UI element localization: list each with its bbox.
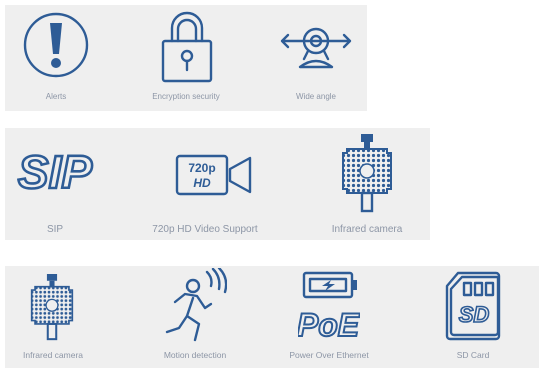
infrared-camera-icon	[30, 274, 74, 341]
feature-label: Wide angle	[295, 92, 337, 101]
padlock-icon	[161, 11, 213, 83]
alert-icon	[23, 12, 89, 78]
feature-label: SIP	[46, 224, 64, 235]
feature-poe: PoE Power Over Ethernet	[271, 266, 387, 368]
feature-infrared: Infrared camera	[5, 266, 101, 368]
motion-detection-icon	[165, 268, 227, 342]
feature-wide-angle: Wide angle	[267, 5, 365, 111]
feature-label: Alerts	[45, 92, 67, 101]
hd-video-camera-icon: 720p HD	[175, 154, 252, 196]
feature-sip: SIP SIP	[5, 128, 105, 240]
feature-label: 720p HD Video Support	[152, 224, 258, 235]
features-panel-1: Alerts Encryption security Wide angle	[5, 5, 367, 111]
poe-text: PoE	[298, 307, 360, 342]
features-panel-2: SIP SIP 720p HD 720p HD Video Support In…	[5, 128, 430, 240]
feature-label: Encryption security	[152, 92, 220, 101]
feature-label: Motion detection	[163, 350, 227, 360]
feature-label: Power Over Ethernet	[289, 350, 369, 360]
hd-text-bottom: HD	[193, 176, 211, 190]
sd-card-icon: SD	[445, 271, 501, 341]
power-over-ethernet-icon: PoE	[298, 271, 360, 342]
feature-motion: Motion detection	[145, 266, 245, 368]
sip-text-icon: SIP	[17, 146, 94, 194]
feature-label: SD Card	[456, 350, 490, 360]
sip-text: SIP	[18, 146, 92, 194]
feature-hd-video: 720p HD 720p HD Video Support	[135, 128, 275, 240]
infrared-camera-icon	[342, 134, 392, 213]
hd-text-top: 720p	[188, 161, 215, 175]
sd-text: SD	[459, 302, 490, 327]
feature-alerts: Alerts	[8, 5, 104, 111]
feature-label: Infrared camera	[331, 224, 403, 235]
feature-infrared: Infrared camera	[317, 128, 417, 240]
feature-encryption: Encryption security	[128, 5, 244, 111]
feature-sd-card: SD SD Card	[423, 266, 523, 368]
feature-label: Infrared camera	[23, 350, 83, 360]
wide-angle-webcam-icon	[280, 27, 352, 69]
features-panel-3: Infrared camera Motion detection PoE Pow…	[5, 266, 539, 368]
